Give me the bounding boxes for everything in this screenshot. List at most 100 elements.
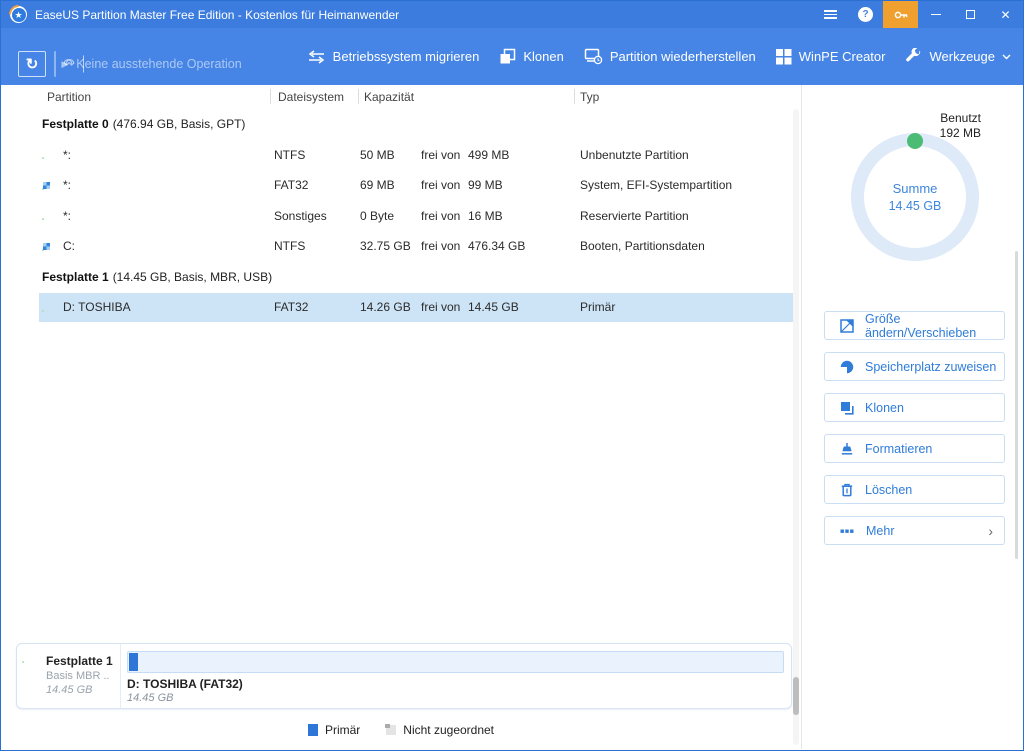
- app-logo-icon: ★: [10, 6, 27, 23]
- maximize-icon: [966, 10, 975, 19]
- more-button[interactable]: Mehr ›: [824, 516, 1005, 545]
- sidebar-scrollbar-thumb[interactable]: [1015, 251, 1018, 559]
- column-separator: [574, 89, 575, 104]
- disk-map-partition-bar[interactable]: [127, 651, 784, 673]
- partition-type: Booten, Partitionsdaten: [580, 239, 705, 253]
- vertical-scrollbar-track[interactable]: [793, 109, 799, 745]
- pie-chart-icon: [840, 360, 854, 374]
- resize-icon: [840, 319, 854, 333]
- minimize-icon: [931, 14, 941, 16]
- pending-operations-label: Keine ausstehende Operation: [76, 57, 241, 71]
- close-button[interactable]: ✕: [988, 1, 1023, 28]
- partition-type: Unbenutzte Partition: [580, 148, 689, 162]
- chevron-down-icon: [1002, 54, 1011, 60]
- capacity-total: 16 MB: [468, 209, 503, 223]
- tools-button[interactable]: Werkzeuge: [905, 48, 1011, 65]
- disk-group-row[interactable]: Festplatte 0(476.94 GB, Basis, GPT): [2, 109, 800, 140]
- free-of-label: frei von: [421, 178, 460, 192]
- legend-primary-label: Primär: [325, 723, 360, 737]
- pending-operations-button[interactable]: ▶ Keine ausstehende Operation: [55, 57, 248, 71]
- disk-group-label: Festplatte 1(14.45 GB, Basis, MBR, USB): [42, 270, 272, 284]
- filesystem-value: Sonstiges: [274, 209, 327, 223]
- column-header-dateisystem: Dateisystem: [278, 90, 344, 104]
- partition-recovery-button[interactable]: Partition wiederherstellen: [584, 48, 756, 65]
- free-of-label: frei von: [421, 239, 460, 253]
- table-row[interactable]: *: NTFS 50 MB frei von 499 MB Unbenutzte…: [2, 140, 800, 171]
- more-dots-icon: [840, 524, 855, 538]
- used-space-dot: [907, 133, 923, 149]
- help-icon: ?: [858, 7, 873, 22]
- selection-highlight: [39, 293, 799, 322]
- titlebar: ★ EaseUS Partition Master Free Edition -…: [1, 1, 1023, 28]
- table-row[interactable]: *: FAT32 69 MB frei von 99 MB System, EF…: [2, 170, 800, 201]
- operation-group: ↶ ↷ ▶ Keine ausstehende Operation: [54, 51, 56, 77]
- window-title: EaseUS Partition Master Free Edition - K…: [35, 8, 399, 22]
- table-header: Partition Dateisystem Kapazität Typ: [2, 85, 800, 109]
- toolbar: ↻ ↶ ↷ ▶ Keine ausstehende Operation Betr…: [1, 28, 1023, 85]
- partition-type: Reservierte Partition: [580, 209, 689, 223]
- migrate-os-button[interactable]: Betriebssystem migrieren: [307, 49, 480, 64]
- clone-partition-button[interactable]: Klonen: [824, 393, 1005, 422]
- partition-label: *:: [63, 178, 71, 192]
- clone-icon: [499, 48, 516, 65]
- column-header-typ: Typ: [580, 90, 599, 104]
- allocate-space-button[interactable]: Speicherplatz zuweisen: [824, 352, 1005, 381]
- capacity-used: 14.26 GB: [360, 300, 411, 314]
- capacity-used: 0 Byte: [360, 209, 394, 223]
- license-key-button[interactable]: [883, 1, 918, 28]
- donut-center-label: Summe 14.45 GB: [851, 181, 979, 213]
- column-separator: [270, 89, 271, 104]
- list-icon: [824, 10, 837, 19]
- windows-logo-icon: [776, 49, 792, 65]
- partition-label: C:: [63, 239, 75, 253]
- filesystem-value: FAT32: [274, 300, 308, 314]
- winpe-creator-label: WinPE Creator: [799, 49, 886, 64]
- clone-partition-label: Klonen: [865, 401, 904, 415]
- resize-move-label: Größe ändern/Verschieben: [865, 312, 1004, 340]
- app-window: ★ EaseUS Partition Master Free Edition -…: [0, 0, 1024, 751]
- wrench-icon: [905, 48, 922, 65]
- legend-unallocated-label: Nicht zugeordnet: [403, 723, 494, 737]
- broom-icon: [840, 442, 854, 456]
- table-row[interactable]: C: NTFS 32.75 GB frei von 476.34 GB Boot…: [2, 231, 800, 262]
- free-of-label: frei von: [421, 209, 460, 223]
- minimize-button[interactable]: [918, 1, 953, 28]
- legend: Primär Nicht zugeordnet: [2, 723, 800, 737]
- winpe-creator-button[interactable]: WinPE Creator: [776, 49, 886, 65]
- capacity-total: 476.34 GB: [468, 239, 525, 253]
- used-space-label: Benutzt 192 MB: [940, 111, 981, 141]
- free-of-label: frei von: [421, 148, 460, 162]
- disk-map-card: Festplatte 1 Basis MBR .. 14.45 GB D: TO…: [16, 643, 792, 709]
- disk-group-row[interactable]: Festplatte 1(14.45 GB, Basis, MBR, USB): [2, 262, 800, 293]
- legend-unallocated: Nicht zugeordnet: [386, 723, 494, 737]
- legend-primary: Primär: [308, 723, 360, 737]
- format-button[interactable]: Formatieren: [824, 434, 1005, 463]
- maximize-button[interactable]: [953, 1, 988, 28]
- table-row[interactable]: *: Sonstiges 0 Byte frei von 16 MB Reser…: [2, 201, 800, 232]
- close-icon: ✕: [1000, 8, 1010, 22]
- refresh-icon: ↻: [26, 55, 39, 73]
- capacity-total: 99 MB: [468, 178, 503, 192]
- column-header-kapazitaet: Kapazität: [364, 90, 414, 104]
- help-button[interactable]: ?: [848, 1, 883, 28]
- clone-button[interactable]: Klonen: [499, 48, 563, 65]
- trash-icon: [840, 483, 854, 497]
- logo-arc: [5, 1, 32, 28]
- disk-map-disk-info[interactable]: Festplatte 1 Basis MBR .. 14.45 GB: [17, 644, 121, 708]
- used-space-segment: [129, 653, 138, 671]
- unallocated-color-swatch: [386, 725, 396, 735]
- clone-icon: [840, 401, 854, 415]
- clone-label: Klonen: [523, 49, 563, 64]
- vertical-scrollbar-thumb[interactable]: [793, 677, 799, 715]
- partition-type: System, EFI-Systempartition: [580, 178, 732, 192]
- menu-button[interactable]: [813, 1, 848, 28]
- resize-move-button[interactable]: Größe ändern/Verschieben: [824, 311, 1005, 340]
- delete-button[interactable]: Löschen: [824, 475, 1005, 504]
- partition-recovery-label: Partition wiederherstellen: [610, 49, 756, 64]
- partition-table: Partition Dateisystem Kapazität Typ Fest…: [2, 85, 800, 749]
- refresh-button[interactable]: ↻: [18, 51, 46, 77]
- table-row-selected[interactable]: D: TOSHIBA FAT32 14.26 GB frei von 14.45…: [2, 292, 800, 323]
- partition-label: *:: [63, 148, 71, 162]
- filesystem-value: NTFS: [274, 239, 305, 253]
- delete-label: Löschen: [865, 483, 912, 497]
